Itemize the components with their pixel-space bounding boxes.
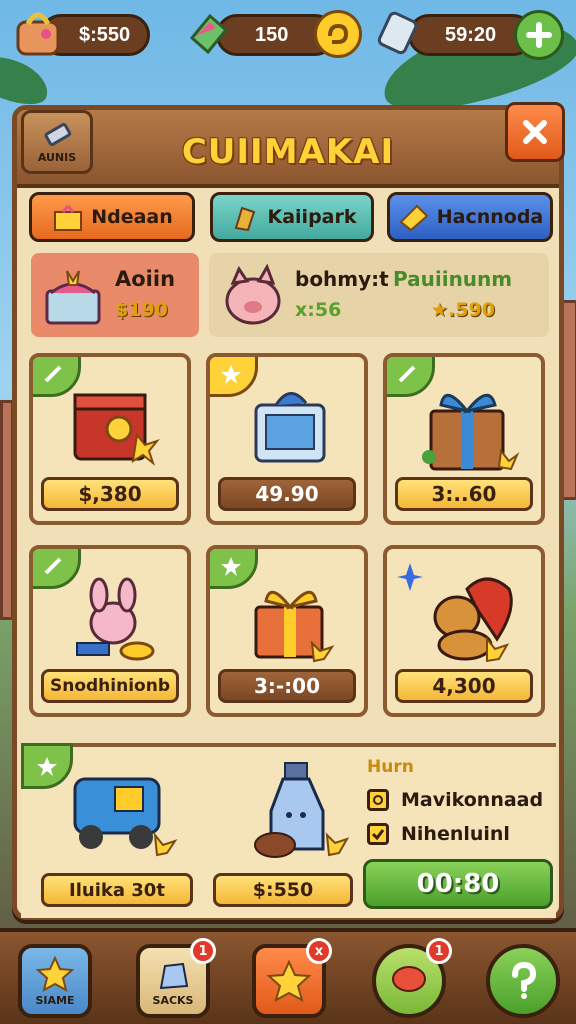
- featured-subtitle: Pauiinunm: [393, 267, 513, 291]
- price-button[interactable]: 3:-:00: [218, 669, 356, 703]
- star-icon: [35, 955, 75, 992]
- bunny-icon: [76, 577, 155, 661]
- notification-badge: x: [306, 938, 332, 964]
- red-chest-icon: [73, 393, 160, 466]
- price-button[interactable]: 49.90: [218, 477, 356, 511]
- notification-badge: 1: [190, 938, 216, 964]
- energy-value: 150: [255, 23, 289, 46]
- sack-icon: [159, 962, 189, 989]
- star-icon: [266, 960, 312, 1002]
- gift-basket-icon: [45, 270, 101, 325]
- help-icon: [512, 961, 537, 999]
- featured-price-right: ★.590: [431, 299, 495, 321]
- nav-button-chat[interactable]: 1: [372, 938, 452, 1018]
- energy-icon: [186, 10, 232, 56]
- featured-title: bohmy:t: [295, 267, 389, 291]
- bottom-item-1-price[interactable]: Iluika 30t: [41, 873, 193, 907]
- nav-button-siame[interactable]: SIAME: [18, 944, 92, 1018]
- featured-price-left: x:56: [295, 299, 342, 321]
- bottom-heading: Hurn: [367, 757, 414, 777]
- timer-value: 59:20: [445, 23, 497, 46]
- potion-bottle-icon: [254, 762, 350, 858]
- buy-button[interactable]: 00:80: [363, 859, 553, 909]
- nav-button-sacks[interactable]: SACKS 1: [136, 938, 216, 1018]
- coin-icon[interactable]: [314, 10, 362, 58]
- tab-label: Ndeaan: [91, 206, 173, 228]
- featured-offer-2[interactable]: bohmy:t Pauiinunm x:56 ★.590: [209, 253, 549, 337]
- orange-gift-icon: [254, 590, 335, 663]
- shop-card-5[interactable]: 3:-:00: [206, 545, 368, 717]
- featured-offer-1[interactable]: Aoiin $190: [31, 253, 199, 337]
- nav-button-help[interactable]: [486, 944, 560, 1018]
- shop-card-3[interactable]: 3:..60: [383, 353, 545, 525]
- close-icon: [523, 120, 547, 144]
- coin-bag-icon: [234, 206, 255, 232]
- option-2-label: Nihenluinl: [401, 823, 510, 845]
- price-button[interactable]: Snodhinionb: [41, 669, 179, 703]
- truck-icon: [73, 777, 178, 857]
- tab-label: Kaiipark: [267, 206, 357, 228]
- tab-kaiipark[interactable]: Kaiipark: [210, 192, 374, 242]
- price-button[interactable]: 4,300: [395, 669, 533, 703]
- bottom-item-2-price[interactable]: $:550: [213, 873, 353, 907]
- nav-label: SACKS: [152, 993, 194, 1007]
- bottom-nav: SIAME SACKS 1 x 1: [0, 928, 576, 1024]
- creature-icon: [433, 577, 513, 663]
- option-1-checkbox[interactable]: [367, 789, 389, 811]
- timer-icon: [374, 8, 422, 56]
- chat-bubble-icon: [392, 966, 426, 992]
- pencil-icon: [44, 122, 72, 146]
- notification-badge: 1: [426, 938, 452, 964]
- pig-icon: [225, 263, 281, 325]
- price-button[interactable]: 3:..60: [395, 477, 533, 511]
- tab-ndeaan[interactable]: Ndeaan: [29, 192, 195, 242]
- add-plus-button[interactable]: [514, 10, 564, 60]
- option-1-label: Mavikonnaad: [401, 789, 544, 811]
- close-button[interactable]: [505, 102, 565, 162]
- blue-box-icon: [254, 392, 326, 463]
- nav-button-favorites[interactable]: x: [252, 938, 332, 1018]
- featured-title: Aoiin: [115, 267, 176, 291]
- shop-title: CUIIMAKAI: [181, 132, 395, 172]
- shop-label-text: AUNIS: [37, 150, 77, 164]
- coins-icon: [12, 6, 64, 58]
- gift-icon: [54, 205, 83, 231]
- tab-hacnnoda[interactable]: Hacnnoda: [387, 192, 553, 242]
- shop-label-button[interactable]: AUNIS: [21, 110, 93, 174]
- shop-card-1[interactable]: $,380: [29, 353, 191, 525]
- check-icon: [371, 829, 385, 841]
- tab-label: Hacnnoda: [436, 206, 544, 228]
- price-button[interactable]: $,380: [41, 477, 179, 511]
- nav-label: SIAME: [35, 993, 75, 1007]
- gift-box-icon: [422, 394, 520, 471]
- bottom-offers: Iluika 30t $:550 Hurn Mavikonnaad Nihenl…: [21, 743, 556, 918]
- featured-price: $190: [115, 299, 168, 321]
- buy-button-label: 00:80: [416, 869, 500, 899]
- shop-card-2[interactable]: 49.90: [206, 353, 368, 525]
- option-2-checkbox[interactable]: [367, 823, 389, 845]
- shop-card-4[interactable]: Snodhinionb: [29, 545, 191, 717]
- ticket-icon: [399, 204, 429, 232]
- coins-value: $:550: [79, 23, 131, 46]
- shop-panel: CUIIMAKAI AUNIS Ndeaan Kaiipark Hacnnoda…: [12, 102, 565, 920]
- shop-card-6[interactable]: 4,300: [383, 545, 545, 717]
